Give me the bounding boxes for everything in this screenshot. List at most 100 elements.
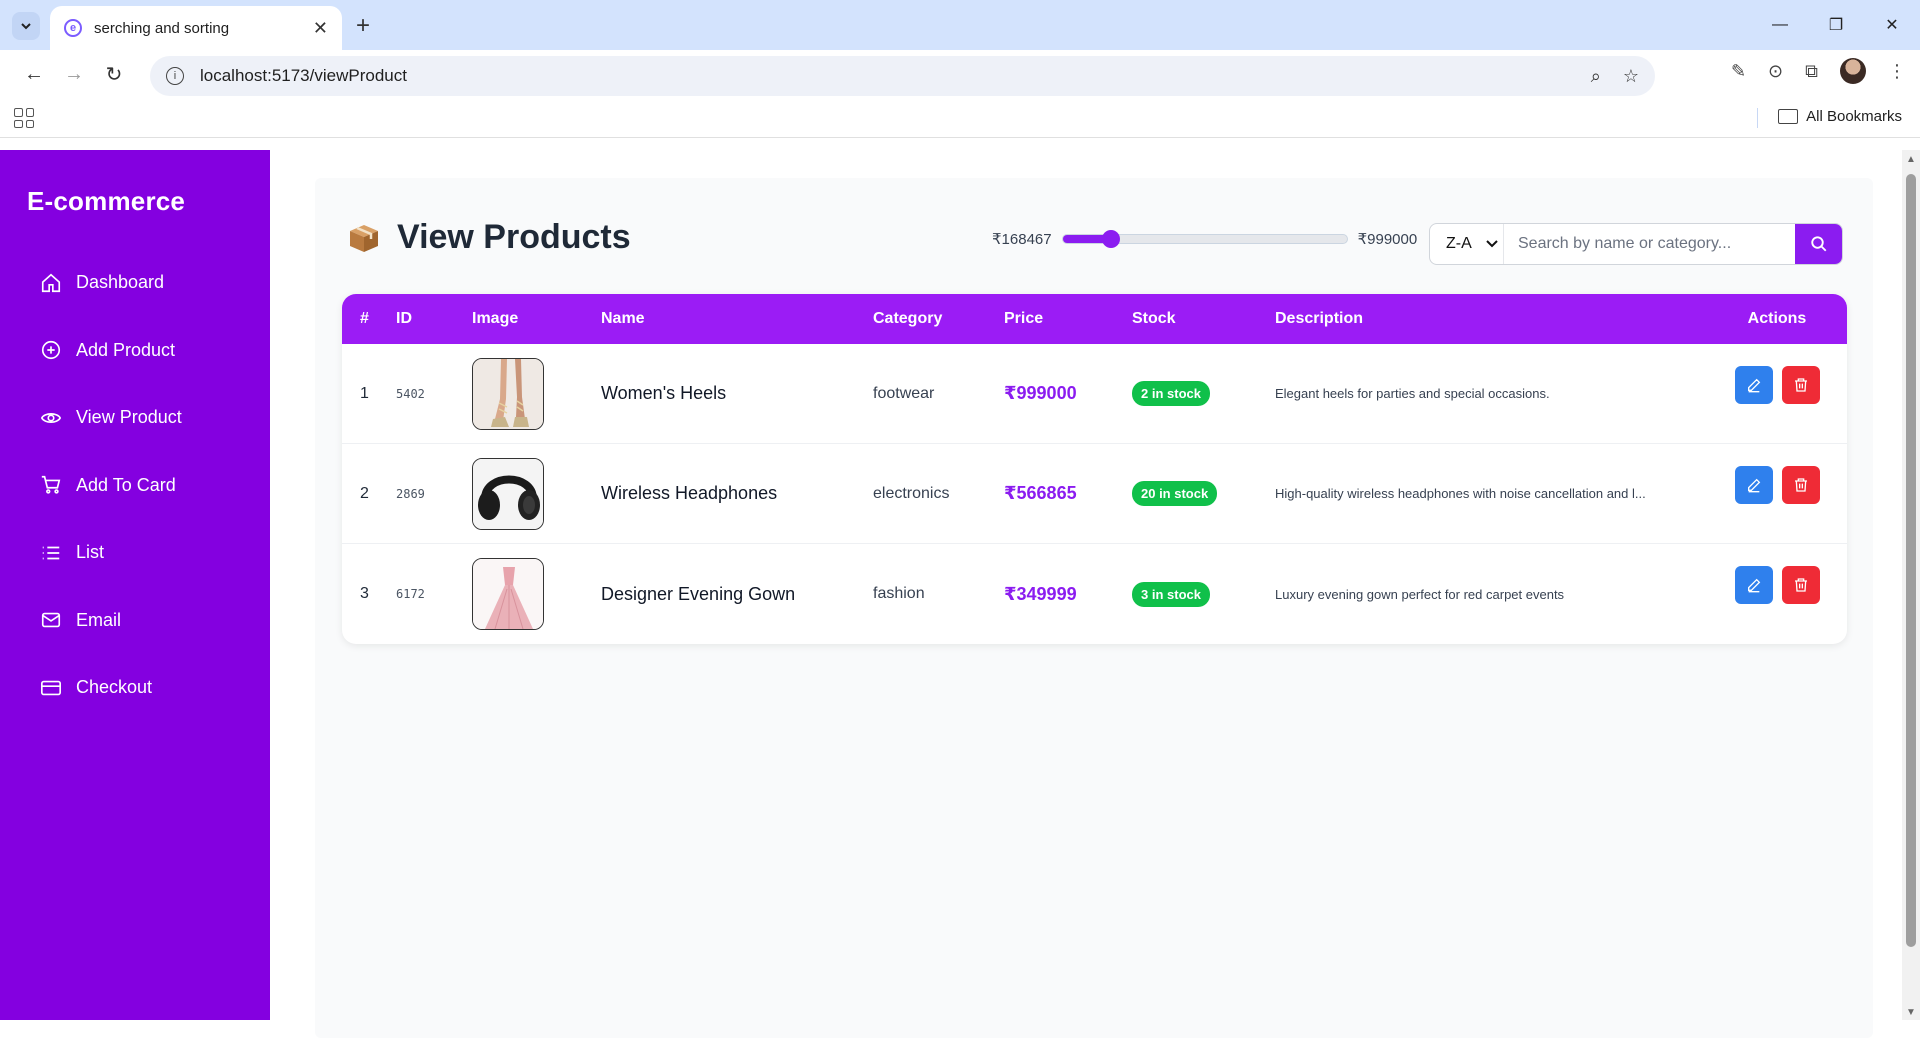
trash-icon	[1794, 377, 1807, 392]
stock-cell: 3 in stock	[1132, 581, 1275, 607]
table-row: 3 6172 Designer Evening Gown fashion ₹34…	[342, 544, 1847, 644]
product-image-cell	[472, 357, 601, 430]
stock-badge: 3 in stock	[1132, 581, 1210, 607]
edit-button[interactable]	[1734, 365, 1773, 404]
sidebar-item-label: List	[76, 542, 105, 563]
sidebar-item-checkout[interactable]: Checkout	[0, 654, 270, 722]
tab-search-button[interactable]	[12, 12, 40, 40]
apps-grid-icon[interactable]	[14, 108, 34, 128]
folder-icon	[1778, 109, 1799, 124]
address-bar[interactable]: i localhost:5173/viewProduct ⌕ ☆	[150, 56, 1655, 96]
close-window-icon[interactable]: ✕	[1864, 0, 1920, 50]
sidebar-item-view-product[interactable]: View Product	[0, 384, 270, 452]
product-id: 5402	[396, 386, 425, 401]
column-header-actions: Actions	[1747, 310, 1807, 327]
scroll-down-arrow-icon[interactable]: ▼	[1906, 1007, 1916, 1018]
search-button[interactable]	[1795, 224, 1842, 264]
package-icon	[350, 224, 378, 252]
forward-button[interactable]: →	[54, 54, 94, 94]
product-image-gown	[472, 558, 544, 630]
pencil-icon	[1747, 478, 1760, 492]
price-range-filter: ₹168467 ₹999000	[992, 230, 1417, 248]
zoom-icon[interactable]: ⌕	[1591, 66, 1601, 87]
actions-cell	[1707, 566, 1847, 604]
trash-icon	[1794, 578, 1807, 592]
sidebar: E-commerce Dashboard Add Product View Pr…	[0, 150, 270, 1020]
delete-button[interactable]	[1781, 566, 1820, 604]
sidebar-item-label: Email	[76, 609, 122, 630]
row-actions	[1707, 566, 1847, 604]
column-header-image: Image	[472, 310, 519, 327]
stock-badge: 2 in stock	[1132, 381, 1210, 406]
tab-title: serching and sorting	[94, 19, 230, 37]
pencil-icon	[1747, 578, 1760, 593]
page-scrollbar[interactable]: ▲ ▼	[1902, 150, 1920, 1020]
price-slider[interactable]	[1061, 230, 1348, 248]
app-root: E-commerce Dashboard Add Product View Pr…	[0, 150, 1920, 1038]
sidebar-item-label: View Product	[76, 407, 182, 428]
browser-tab[interactable]: e serching and sorting ✕	[50, 6, 342, 50]
delete-button[interactable]	[1781, 465, 1820, 504]
sidebar-item-list[interactable]: List	[0, 519, 270, 587]
reload-button[interactable]: ↻	[94, 54, 134, 94]
scrollbar-thumb[interactable]	[1906, 174, 1916, 947]
all-bookmarks-button[interactable]: All Bookmarks	[1778, 108, 1902, 125]
extensions-area: ✎ ⊙ ⧉ ⋮	[1731, 58, 1906, 84]
delete-button[interactable]	[1781, 365, 1820, 404]
sidebar-item-email[interactable]: Email	[0, 587, 270, 655]
bookmark-star-icon[interactable]: ☆	[1623, 66, 1639, 87]
restore-icon[interactable]: ❐	[1808, 0, 1864, 50]
price-slider-thumb[interactable]	[1101, 230, 1120, 248]
table-row: 1 5402 Women's Heels footwear ₹999000 2 …	[342, 344, 1847, 444]
column-header-stock: Stock	[1132, 310, 1176, 327]
color-picker-extension-icon[interactable]: ✎	[1731, 61, 1746, 82]
scroll-up-arrow-icon[interactable]: ▲	[1906, 154, 1916, 165]
products-table: # ID Image Name Category Price Stock Des…	[342, 294, 1847, 644]
column-header-name: Name	[601, 310, 645, 327]
brand-title: E-commerce	[27, 186, 186, 216]
url-text[interactable]: localhost:5173/viewProduct	[200, 66, 1569, 86]
product-name: Designer Evening Gown	[601, 583, 796, 604]
product-category: fashion	[873, 585, 925, 602]
column-header-description: Description	[1275, 310, 1364, 327]
site-favicon-icon: e	[64, 19, 82, 37]
price-max-label: ₹999000	[1357, 231, 1418, 248]
gown-image	[473, 559, 543, 629]
devtools-extension-icon[interactable]: ⊙	[1768, 61, 1783, 82]
minimize-icon[interactable]: —	[1752, 0, 1808, 50]
sidebar-item-add-product[interactable]: Add Product	[0, 317, 270, 385]
row-number: 3	[360, 585, 369, 602]
edit-button[interactable]	[1734, 566, 1773, 604]
sidebar-item-label: Add Product	[76, 339, 176, 360]
row-actions	[1707, 365, 1847, 404]
sort-select[interactable]: Z-A	[1430, 224, 1504, 264]
product-name: Wireless Headphones	[601, 483, 778, 503]
column-header-price: Price	[1004, 310, 1044, 327]
back-button[interactable]: ←	[14, 54, 54, 94]
site-info-icon[interactable]: i	[166, 67, 184, 85]
price-min-label: ₹168467	[992, 231, 1052, 248]
eye-icon	[40, 412, 62, 423]
product-price: ₹999000	[1004, 383, 1077, 403]
edit-button[interactable]	[1734, 465, 1773, 504]
actions-cell	[1707, 365, 1847, 404]
all-bookmarks-label: All Bookmarks	[1806, 108, 1902, 125]
row-actions	[1707, 465, 1847, 504]
sidebar-item-add-to-card[interactable]: Add To Card	[0, 452, 270, 520]
close-tab-icon[interactable]: ✕	[313, 18, 328, 39]
plus-circle-icon	[41, 341, 61, 360]
sidebar-item-dashboard[interactable]: Dashboard	[0, 249, 270, 317]
product-id: 6172	[396, 587, 425, 601]
sidebar-item-label: Dashboard	[76, 272, 165, 293]
actions-cell	[1707, 465, 1847, 504]
product-price: ₹349999	[1004, 583, 1077, 604]
heels-image	[473, 358, 543, 429]
browser-menu-icon[interactable]: ⋮	[1888, 61, 1906, 82]
product-image-cell	[472, 558, 601, 630]
pencil-icon	[1747, 378, 1760, 392]
profile-avatar[interactable]	[1840, 58, 1866, 84]
search-input[interactable]	[1504, 224, 1795, 264]
new-tab-button[interactable]: +	[356, 12, 370, 40]
extensions-puzzle-icon[interactable]: ⧉	[1805, 61, 1818, 82]
product-image-cell	[472, 457, 601, 530]
